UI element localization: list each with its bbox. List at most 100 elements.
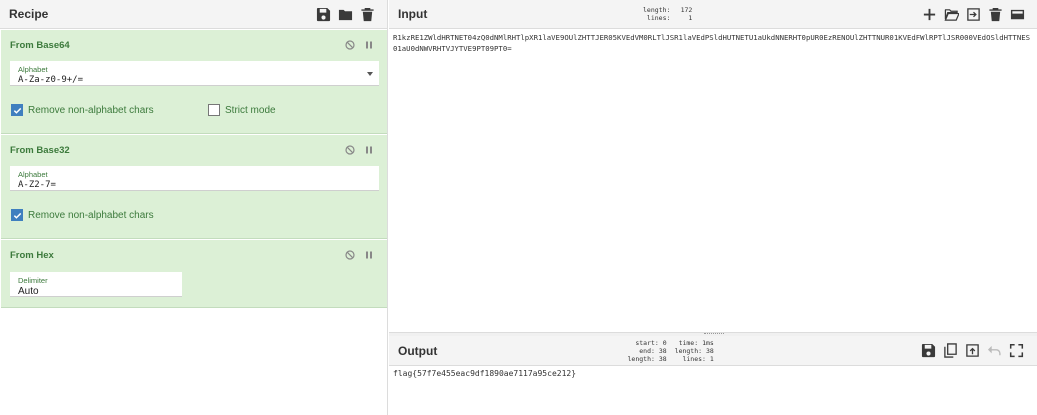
start-label: start: bbox=[635, 338, 659, 347]
copy-icon bbox=[944, 343, 958, 358]
clear-recipe-button[interactable] bbox=[356, 3, 378, 25]
replace-input-button[interactable] bbox=[962, 340, 984, 362]
time-value: 1ms bbox=[702, 338, 714, 347]
disable-icon bbox=[344, 145, 355, 155]
alphabet-label: Alphabet bbox=[18, 65, 48, 74]
folder-icon bbox=[338, 9, 352, 20]
end-label: end: bbox=[639, 346, 655, 355]
input-panel: Input length: 172 lines: 1 R1kzRE1ZWldHR… bbox=[389, 0, 1037, 332]
output-toolbar bbox=[918, 340, 1028, 362]
length-label: length: bbox=[674, 346, 703, 355]
input-title: Input bbox=[398, 7, 428, 21]
recipe-header: Recipe bbox=[0, 0, 387, 29]
remove-non-alphabet-checkbox[interactable]: Remove non-alphabet chars bbox=[11, 209, 154, 221]
output-panel: Output start: 0 end: 38 length: 38 time:… bbox=[389, 336, 1037, 415]
move-to-input-icon bbox=[966, 344, 980, 357]
length-value: 38 bbox=[658, 354, 667, 363]
output-title: Output bbox=[398, 343, 438, 358]
recipe-toolbar bbox=[312, 3, 378, 25]
fullscreen-icon bbox=[1010, 343, 1024, 358]
open-file-button[interactable] bbox=[962, 3, 984, 25]
operation-from-hex[interactable]: From Hex Delimiter Auto bbox=[1, 240, 387, 308]
pause-operation-button[interactable] bbox=[360, 143, 377, 157]
delimiter-value: Auto bbox=[18, 286, 39, 297]
alphabet-value: A-Za-z0-9+/= bbox=[18, 75, 84, 85]
checkbox-checked-icon bbox=[11, 209, 23, 221]
undo-icon bbox=[988, 345, 1002, 356]
output-stats: start: 0 end: 38 length: 38 time: 1ms le… bbox=[628, 339, 722, 363]
lines-label: lines: bbox=[682, 354, 706, 363]
length-label: length: bbox=[627, 354, 655, 363]
plus-icon bbox=[923, 8, 935, 20]
pause-icon bbox=[365, 251, 372, 259]
checkbox-checked-icon bbox=[11, 104, 23, 116]
recipe-title: Recipe bbox=[9, 7, 49, 21]
operation-from-base64[interactable]: From Base64 Alphabet A-Za-z0-9+/= Remove… bbox=[1, 30, 387, 134]
output-info-stats: time: 1ms length: 38 lines: 1 bbox=[675, 339, 714, 363]
time-label: time: bbox=[678, 338, 699, 347]
lines-label: lines: bbox=[646, 14, 671, 22]
operation-title: From Hex bbox=[10, 250, 54, 261]
folder-open-icon bbox=[943, 8, 959, 21]
pause-operation-button[interactable] bbox=[360, 38, 377, 52]
operation-title: From Base32 bbox=[10, 145, 70, 156]
maximise-output-button[interactable] bbox=[1006, 340, 1028, 362]
checkbox-unchecked-icon bbox=[208, 104, 220, 116]
undo-button[interactable] bbox=[984, 340, 1006, 362]
output-text[interactable]: flag{57f7e455eac9df1890ae7117a95ce212} bbox=[393, 369, 576, 378]
start-value: 0 bbox=[662, 338, 667, 347]
chevron-down-icon bbox=[367, 72, 373, 76]
save-icon bbox=[922, 343, 936, 358]
add-input-tab-button[interactable] bbox=[918, 3, 940, 25]
operation-from-base32[interactable]: From Base32 Alphabet A-Z2-7= Remove non-… bbox=[1, 135, 387, 239]
resize-grip-icon bbox=[704, 333, 724, 335]
file-input-icon bbox=[966, 7, 980, 21]
disable-icon bbox=[344, 40, 355, 50]
strict-mode-checkbox[interactable]: Strict mode bbox=[208, 104, 276, 116]
copy-output-button[interactable] bbox=[940, 340, 962, 362]
save-output-button[interactable] bbox=[918, 340, 940, 362]
load-recipe-button[interactable] bbox=[334, 3, 356, 25]
open-folder-button[interactable] bbox=[940, 3, 962, 25]
input-header: Input length: 172 lines: 1 bbox=[389, 0, 1037, 29]
selection-stats: start: 0 end: 38 length: 38 bbox=[628, 339, 667, 363]
remove-non-alphabet-checkbox[interactable]: Remove non-alphabet chars bbox=[11, 104, 154, 116]
alphabet-label: Alphabet bbox=[18, 170, 48, 179]
pause-icon bbox=[365, 41, 372, 49]
input-toolbar bbox=[918, 3, 1028, 25]
save-recipe-button[interactable] bbox=[312, 3, 334, 25]
checkbox-label: Remove non-alphabet chars bbox=[28, 104, 154, 116]
output-header: Output start: 0 end: 38 length: 38 time:… bbox=[389, 336, 1037, 366]
alphabet-field[interactable]: Alphabet A-Z2-7= bbox=[10, 166, 379, 191]
delimiter-label: Delimiter bbox=[18, 276, 48, 285]
pause-operation-button[interactable] bbox=[360, 248, 377, 262]
disable-operation-button[interactable] bbox=[341, 38, 358, 52]
checkbox-label: Strict mode bbox=[225, 104, 276, 116]
lines-value: 1 bbox=[688, 14, 693, 22]
alphabet-value: A-Z2-7= bbox=[18, 180, 56, 190]
operation-controls bbox=[339, 38, 377, 52]
recipe-panel: Recipe From Base64 Alphabet A-Za-z0-9+/=… bbox=[0, 0, 388, 415]
end-value: 38 bbox=[658, 346, 667, 355]
operation-title: From Base64 bbox=[10, 40, 70, 51]
disable-operation-button[interactable] bbox=[341, 143, 358, 157]
length-value: 38 bbox=[705, 346, 714, 355]
input-textarea[interactable]: R1kzRE1ZWldHRTNET04zQ0dNMlRHTlpXR1laVE9O… bbox=[393, 32, 1033, 54]
clear-input-button[interactable] bbox=[984, 3, 1006, 25]
reset-layout-button[interactable] bbox=[1006, 3, 1028, 25]
trash-icon bbox=[988, 7, 1002, 21]
layout-icon bbox=[1010, 9, 1024, 19]
length-value: 172 bbox=[680, 6, 693, 14]
checkbox-label: Remove non-alphabet chars bbox=[28, 209, 154, 221]
delimiter-field[interactable]: Delimiter Auto bbox=[10, 272, 182, 297]
cyberchef-app: Recipe From Base64 Alphabet A-Za-z0-9+/=… bbox=[0, 0, 1037, 415]
input-stats: length: 172 lines: 1 bbox=[643, 6, 692, 22]
alphabet-select[interactable]: Alphabet A-Za-z0-9+/= bbox=[10, 61, 379, 86]
length-label: length: bbox=[643, 6, 671, 14]
save-icon bbox=[316, 7, 330, 21]
pause-icon bbox=[365, 146, 372, 154]
trash-icon bbox=[360, 7, 374, 21]
operation-controls bbox=[339, 248, 377, 262]
operation-controls bbox=[339, 143, 377, 157]
disable-operation-button[interactable] bbox=[341, 248, 358, 262]
